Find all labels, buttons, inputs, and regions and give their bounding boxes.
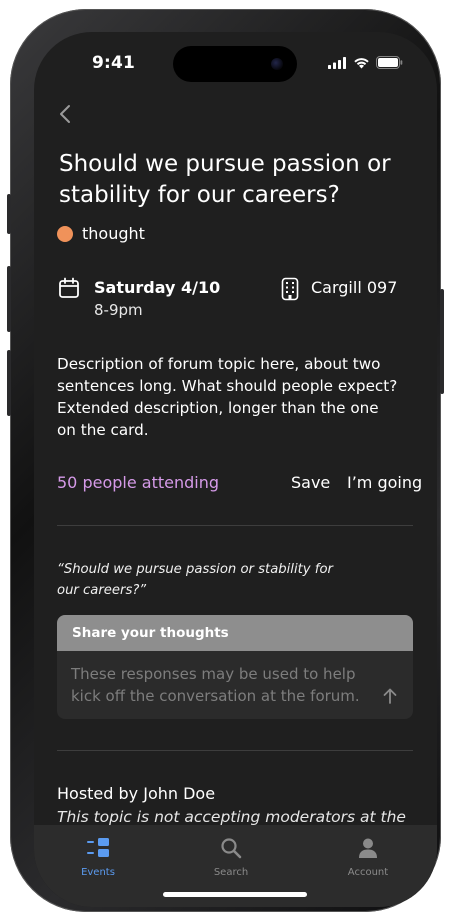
event-location: Cargill 097 xyxy=(281,277,397,301)
tab-account[interactable]: Account xyxy=(323,837,413,878)
send-arrow-icon[interactable] xyxy=(381,687,399,705)
dynamic-island xyxy=(173,46,297,82)
save-button[interactable]: Save xyxy=(291,473,330,492)
building-icon xyxy=(281,277,299,301)
hosted-by: Hosted by John Doe xyxy=(57,784,216,803)
tag-label: thought xyxy=(82,224,145,243)
calendar-icon xyxy=(59,277,79,298)
search-icon xyxy=(221,838,242,859)
screen: 9:41 Should we pursue passion or stabili… xyxy=(34,32,437,907)
signal-icon xyxy=(328,56,346,69)
volume-up-button xyxy=(7,266,11,332)
attending-count-link[interactable]: 50 people attending xyxy=(57,473,219,492)
tab-events[interactable]: Events xyxy=(53,837,143,878)
thoughts-input[interactable]: These responses may be used to help kick… xyxy=(71,663,371,707)
events-icon xyxy=(87,838,109,857)
tab-events-label: Events xyxy=(81,867,115,878)
tab-account-label: Account xyxy=(347,867,389,878)
time-range: 8-9pm xyxy=(94,301,143,319)
share-thoughts-card: Share your thoughts These responses may … xyxy=(57,615,413,719)
volume-down-button xyxy=(7,350,11,416)
event-date: Saturday 4/10 8-9pm xyxy=(58,277,220,321)
moderators-note: This topic is not accepting moderators a… xyxy=(57,808,406,826)
phone-frame: 9:41 Should we pursue passion or stabili… xyxy=(7,9,444,912)
date-text: Saturday 4/10 8-9pm xyxy=(94,277,220,321)
status-time: 9:41 xyxy=(92,53,136,73)
tag-dot-icon xyxy=(57,225,73,242)
im-going-button[interactable]: I’m going xyxy=(347,473,422,492)
divider xyxy=(57,750,413,751)
date-label: Saturday 4/10 xyxy=(94,278,221,297)
home-indicator[interactable] xyxy=(163,892,307,897)
account-icon xyxy=(359,838,377,858)
camera-icon xyxy=(271,58,283,70)
battery-icon xyxy=(376,56,403,69)
tab-search[interactable]: Search xyxy=(186,837,276,878)
power-button xyxy=(440,289,444,394)
divider xyxy=(57,525,413,526)
topic-tag: thought xyxy=(57,224,145,243)
topic-quote: “Should we pursue passion or stability f… xyxy=(57,562,333,598)
tab-search-label: Search xyxy=(213,867,249,878)
location-label: Cargill 097 xyxy=(311,278,398,297)
action-button xyxy=(7,194,11,234)
back-chevron-icon[interactable] xyxy=(56,104,76,124)
share-thoughts-header: Share your thoughts xyxy=(57,615,413,651)
event-description: Description of forum topic here, about t… xyxy=(57,355,398,439)
wifi-icon xyxy=(354,57,369,68)
event-title: Should we pursue passion or stability fo… xyxy=(59,151,391,208)
status-icons xyxy=(328,56,403,69)
